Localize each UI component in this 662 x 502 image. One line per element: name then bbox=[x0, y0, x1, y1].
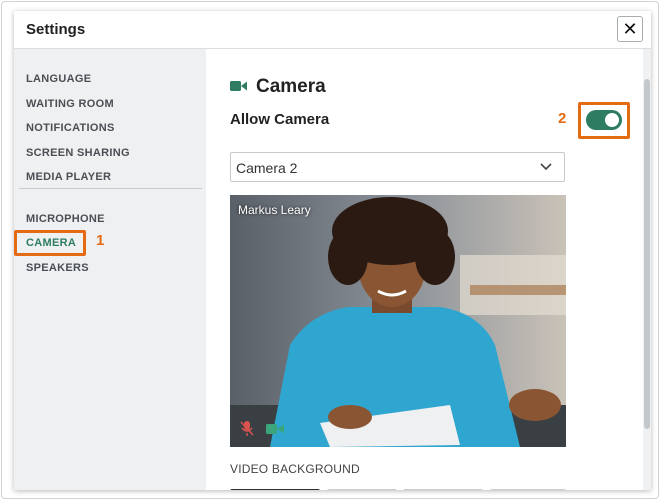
allow-camera-label: Allow Camera bbox=[230, 111, 330, 128]
video-camera-icon bbox=[266, 424, 284, 434]
settings-sidebar: LANGUAGE WAITING ROOM NOTIFICATIONS SCRE… bbox=[14, 49, 206, 490]
sidebar-item-waiting-room[interactable]: WAITING ROOM bbox=[26, 98, 114, 110]
close-icon: ✕ bbox=[622, 19, 638, 39]
close-button[interactable]: ✕ bbox=[617, 16, 643, 42]
scrollbar-thumb[interactable] bbox=[644, 79, 650, 429]
sidebar-item-screen-sharing[interactable]: SCREEN SHARING bbox=[26, 147, 130, 159]
camera-preview: Markus Leary bbox=[230, 195, 566, 447]
sidebar-item-microphone[interactable]: MICROPHONE bbox=[26, 213, 105, 225]
highlight-box-camera bbox=[14, 230, 86, 256]
chevron-down-icon bbox=[540, 163, 552, 171]
content-scrollbar[interactable] bbox=[643, 49, 651, 490]
sidebar-item-speakers[interactable]: SPEAKERS bbox=[26, 262, 89, 274]
dialog-title: Settings bbox=[26, 21, 86, 38]
section-title: Camera bbox=[256, 76, 326, 97]
callout-number-1: 1 bbox=[96, 232, 105, 249]
camera-preview-image bbox=[230, 195, 566, 447]
camera-select-value: Camera 2 bbox=[236, 160, 298, 176]
sidebar-divider bbox=[19, 188, 202, 189]
settings-dialog: Settings ✕ LANGUAGE WAITING ROOM NOTIFIC… bbox=[14, 11, 651, 490]
participant-name: Markus Leary bbox=[238, 203, 311, 217]
video-camera-icon bbox=[230, 81, 247, 91]
video-background-option[interactable] bbox=[403, 489, 483, 490]
camera-settings-panel: Camera Allow Camera 2 Camera 2 Markus Le… bbox=[206, 49, 651, 490]
video-background-label: VIDEO BACKGROUND bbox=[230, 462, 360, 476]
highlight-box-toggle bbox=[578, 102, 630, 139]
video-background-option[interactable] bbox=[490, 489, 566, 490]
sidebar-item-media-player[interactable]: MEDIA PLAYER bbox=[26, 171, 111, 183]
dialog-header: Settings ✕ bbox=[14, 11, 651, 49]
mic-muted-icon bbox=[240, 421, 254, 436]
callout-number-2: 2 bbox=[558, 110, 567, 127]
screenshot-frame: Settings ✕ LANGUAGE WAITING ROOM NOTIFIC… bbox=[1, 1, 659, 499]
sidebar-item-notifications[interactable]: NOTIFICATIONS bbox=[26, 122, 115, 134]
sidebar-item-language[interactable]: LANGUAGE bbox=[26, 73, 91, 85]
camera-select[interactable]: Camera 2 bbox=[230, 152, 565, 182]
video-background-option[interactable] bbox=[230, 489, 320, 490]
video-background-option[interactable] bbox=[327, 489, 397, 490]
